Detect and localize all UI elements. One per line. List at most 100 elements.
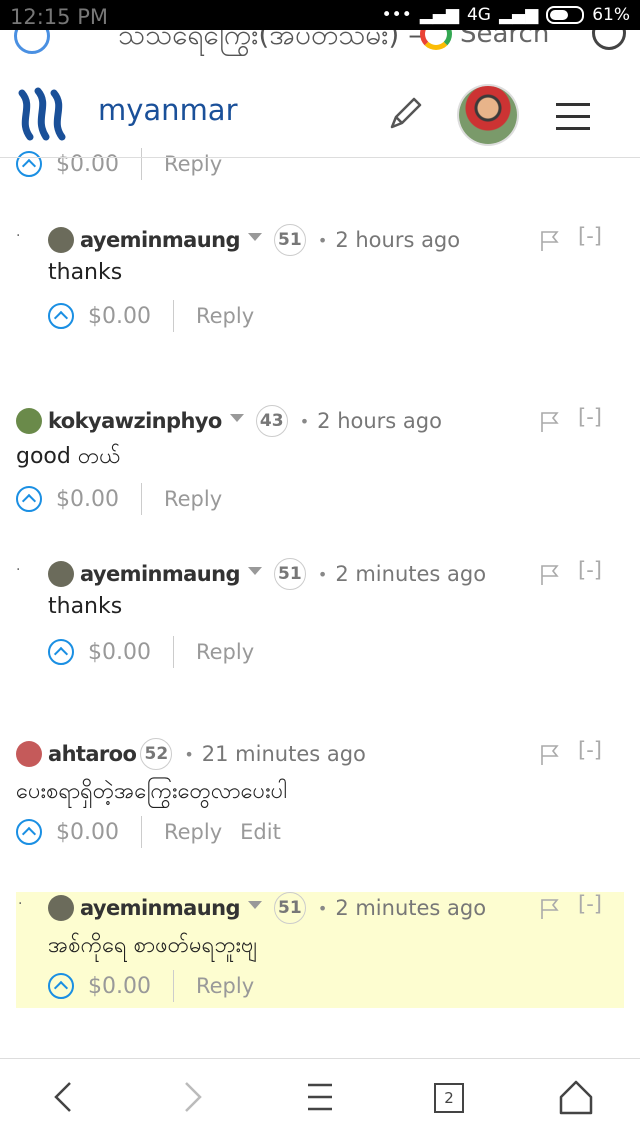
flag-icon[interactable] [540,230,560,252]
timestamp[interactable]: 2 minutes ago [335,562,486,586]
status-bar: 12:15 PM ••• ▂▄▆ 4G ▂▄▆ 61% [0,0,640,30]
collapse-toggle[interactable]: [-] [578,738,602,762]
caret-down-icon[interactable] [247,567,262,575]
avatar[interactable] [48,895,74,921]
comment-header: ayeminmaung 51 • 2 minutes ago [48,892,486,924]
timestamp[interactable]: 21 minutes ago [202,742,366,766]
comment: ayeminmaung 51 • 2 minutes ago [-] အစ်ကိ… [48,892,624,1008]
author-name[interactable]: ayeminmaung [80,562,240,586]
caret-down-icon[interactable] [247,233,262,241]
comment: ahtaroo 52 • 21 minutes ago [-] ပေးစရာရှ… [16,738,624,858]
battery-level: 61% [592,5,630,25]
payout[interactable]: $0.00 [56,487,119,512]
upvote-icon[interactable] [16,486,42,512]
reputation-badge: 51 [273,224,306,256]
separator-dot: • [317,564,328,584]
comment-footer: $0.00 Reply [48,970,272,1002]
collapse-toggle[interactable]: [-] [578,558,602,582]
collapse-toggle[interactable]: [-] [578,892,602,916]
timestamp[interactable]: 2 hours ago [335,228,460,252]
avatar[interactable] [48,561,74,587]
flag-icon[interactable] [540,898,560,920]
collapse-toggle[interactable]: [-] [578,405,602,429]
edit-link[interactable]: Edit [240,820,281,844]
reply-link[interactable]: Reply [196,974,254,998]
comment: ayeminmaung 51 • 2 hours ago [-] thanks … [48,224,624,344]
comment-footer: $0.00 Reply [16,483,240,515]
reply-link[interactable]: Reply [164,152,222,176]
menu-lines-icon[interactable] [300,1075,340,1119]
pen-icon[interactable] [388,95,424,131]
refresh-icon[interactable] [592,30,626,50]
reply-link[interactable]: Reply [164,820,222,844]
reply-link[interactable]: Reply [196,304,254,328]
address-bar[interactable]: သသရေကြွေး(အပတသမး) – [118,30,422,58]
home-icon[interactable] [556,1075,596,1119]
comment-body: ပေးစရာရှိတဲ့အကြွေးတွေလာပေးပါ [16,779,288,804]
community-title[interactable]: myanmar [98,93,238,127]
upvote-icon[interactable] [48,973,74,999]
timestamp[interactable]: 2 hours ago [317,409,442,433]
collapse-toggle[interactable]: [-] [578,224,602,248]
header-shadow [0,157,640,158]
upvote-icon[interactable] [48,639,74,665]
comment-header: ayeminmaung 51 • 2 minutes ago [48,558,486,590]
comment: ayeminmaung 51 • 2 minutes ago [-] thank… [48,558,624,678]
comment-footer: $0.00 Reply [48,300,272,332]
user-avatar[interactable] [459,86,517,144]
reply-link[interactable]: Reply [196,640,254,664]
clock: 12:15 PM [10,5,108,29]
reputation-badge: 52 [140,738,173,770]
flag-icon[interactable] [540,564,560,586]
back-icon[interactable] [44,1075,84,1119]
browser-toolbar: သသရေကြွေး(အပတသမး) – Search [0,30,640,76]
browser-bottom-nav: 2 [0,1058,640,1139]
avatar[interactable] [48,227,74,253]
upvote-icon[interactable] [16,819,42,845]
tabs-button[interactable]: 2 [428,1075,468,1119]
battery-icon [546,6,585,24]
upvote-icon[interactable] [16,151,42,177]
author-name[interactable]: ahtaroo [48,742,137,766]
reply-link[interactable]: Reply [164,487,222,511]
menu-icon[interactable] [556,103,590,139]
forward-icon[interactable] [172,1075,212,1119]
payout[interactable]: $0.00 [88,640,151,665]
payout[interactable]: $0.00 [88,304,151,329]
tab-count: 2 [434,1083,464,1113]
google-icon [420,30,452,50]
comment-header: ayeminmaung 51 • 2 hours ago [48,224,460,256]
steemit-logo-icon[interactable] [16,85,72,145]
flag-icon[interactable] [540,411,560,433]
caret-down-icon[interactable] [247,901,262,909]
divider [140,148,142,180]
app-header: myanmar [0,75,640,158]
author-name[interactable]: ayeminmaung [80,896,240,920]
comment-body: thanks [48,260,123,285]
comment-header: kokyawzinphyo 43 • 2 hours ago [16,405,442,437]
status-icons: ••• ▂▄▆ 4G ▂▄▆ 61% [382,5,630,25]
payout[interactable]: $0.00 [88,974,151,999]
payout[interactable]: $0.00 [56,820,119,845]
upvote-icon[interactable] [48,303,74,329]
thread-dot: · [16,228,21,244]
comment-body: thanks [48,594,123,619]
author-name[interactable]: ayeminmaung [80,228,240,252]
avatar[interactable] [16,408,42,434]
separator-dot: • [317,898,328,918]
separator-dot: • [184,744,194,764]
reputation-badge: 51 [273,558,306,590]
payout[interactable]: $0.00 [56,152,119,177]
timestamp[interactable]: 2 minutes ago [335,896,486,920]
reputation-badge: 43 [255,405,288,437]
separator-dot: • [299,411,310,431]
author-name[interactable]: kokyawzinphyo [48,409,222,433]
caret-down-icon[interactable] [229,414,244,422]
avatar[interactable] [16,741,42,767]
divider [140,483,142,515]
site-icon[interactable] [14,30,50,54]
more-icon: ••• [381,5,412,25]
comment-body: အစ်ကိုရေ စာဖတ်မရဘူးဗျ [48,933,258,958]
search-button[interactable]: Search [420,30,549,50]
flag-icon[interactable] [540,744,560,766]
